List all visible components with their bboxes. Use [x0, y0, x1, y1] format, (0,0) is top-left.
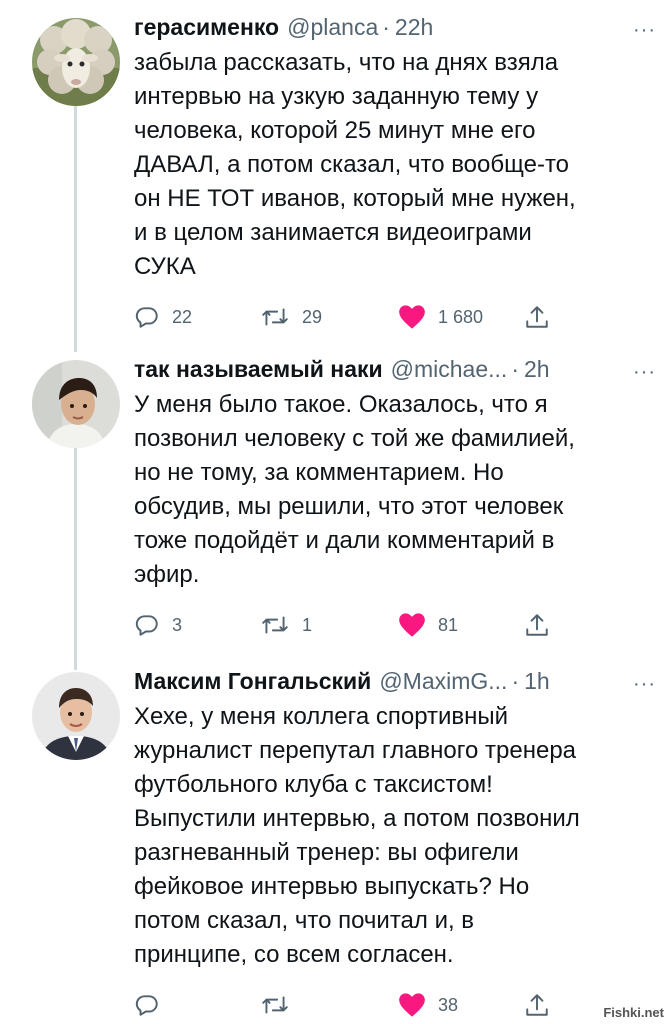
retweet-button[interactable]: 1	[260, 612, 312, 638]
reply-count: 22	[172, 306, 193, 327]
heart-filled-icon	[398, 612, 426, 638]
reply-icon	[134, 992, 160, 1018]
timestamp[interactable]: 2h	[524, 356, 550, 383]
tweet-text: забыла рассказать, что на днях взяла инт…	[134, 49, 576, 280]
more-options-icon[interactable]: ···	[633, 362, 656, 382]
tweet-text: У меня было такое. Оказалось, что я позв…	[134, 391, 575, 588]
retweet-icon	[260, 304, 290, 330]
heart-filled-icon	[398, 992, 426, 1018]
share-button[interactable]	[524, 992, 550, 1018]
tweet[interactable]: Максим Гонгальский @MaximG... · 1h Хехе,…	[0, 668, 668, 1018]
reply-icon	[134, 304, 160, 330]
watermark: Fishki.net	[603, 1005, 664, 1020]
share-button[interactable]	[524, 304, 550, 330]
like-button[interactable]: 38	[398, 992, 458, 1018]
share-icon	[524, 992, 550, 1018]
separator-dot: ·	[511, 668, 520, 694]
separator-dot: ·	[511, 356, 519, 382]
retweet-icon	[260, 612, 290, 638]
heart-filled-icon	[398, 304, 426, 330]
more-options-icon[interactable]: ···	[633, 20, 656, 40]
tweet[interactable]: так называемый наки @michae... · 2h У ме…	[0, 356, 668, 656]
display-name[interactable]: так называемый наки	[134, 356, 383, 383]
avatar-man-in-suit[interactable]	[32, 672, 120, 760]
tweet-header: Максим Гонгальский @MaximG... · 1h	[134, 668, 644, 698]
more-options-icon[interactable]: ···	[633, 674, 656, 694]
tweet-actions: 22 29 1 680	[134, 304, 644, 334]
retweet-button[interactable]: 29	[260, 304, 322, 330]
tweet-header: так называемый наки @michae... · 2h	[134, 356, 644, 386]
share-icon	[524, 612, 550, 638]
reply-count: 3	[172, 614, 183, 635]
avatar-sheep[interactable]	[32, 18, 120, 106]
separator-dot: ·	[382, 14, 390, 40]
share-button[interactable]	[524, 612, 550, 638]
like-count: 38	[438, 994, 459, 1015]
tweet-text: Хехе, у меня коллега спортивный журналис…	[134, 703, 580, 968]
user-handle[interactable]: @MaximG...	[379, 668, 507, 695]
like-count: 1 680	[438, 306, 484, 327]
like-button[interactable]: 1 680	[398, 304, 483, 330]
tweet-header: герасименко @planca · 22h	[134, 14, 644, 44]
timestamp[interactable]: 1h	[524, 668, 550, 695]
reply-icon	[134, 612, 160, 638]
reply-button[interactable]: 22	[134, 304, 192, 330]
tweet-actions: 3 1 81	[134, 612, 644, 642]
retweet-count: 29	[302, 306, 323, 327]
display-name[interactable]: герасименко	[134, 14, 279, 41]
reply-button[interactable]: 3	[134, 612, 182, 638]
display-name[interactable]: Максим Гонгальский	[134, 668, 371, 695]
reply-button[interactable]	[134, 992, 172, 1018]
like-button[interactable]: 81	[398, 612, 458, 638]
tweet[interactable]: герасименко @planca · 22h забыла рассказ…	[0, 14, 668, 344]
avatar-young-man[interactable]	[32, 360, 120, 448]
like-count: 81	[438, 614, 459, 635]
timestamp[interactable]: 22h	[395, 14, 433, 41]
user-handle[interactable]: @michae...	[391, 356, 508, 383]
tweet-actions: 38	[134, 992, 644, 1022]
retweet-icon	[260, 992, 290, 1018]
share-icon	[524, 304, 550, 330]
retweet-count: 1	[302, 614, 313, 635]
user-handle[interactable]: @planca	[287, 14, 378, 41]
retweet-button[interactable]	[260, 992, 302, 1018]
